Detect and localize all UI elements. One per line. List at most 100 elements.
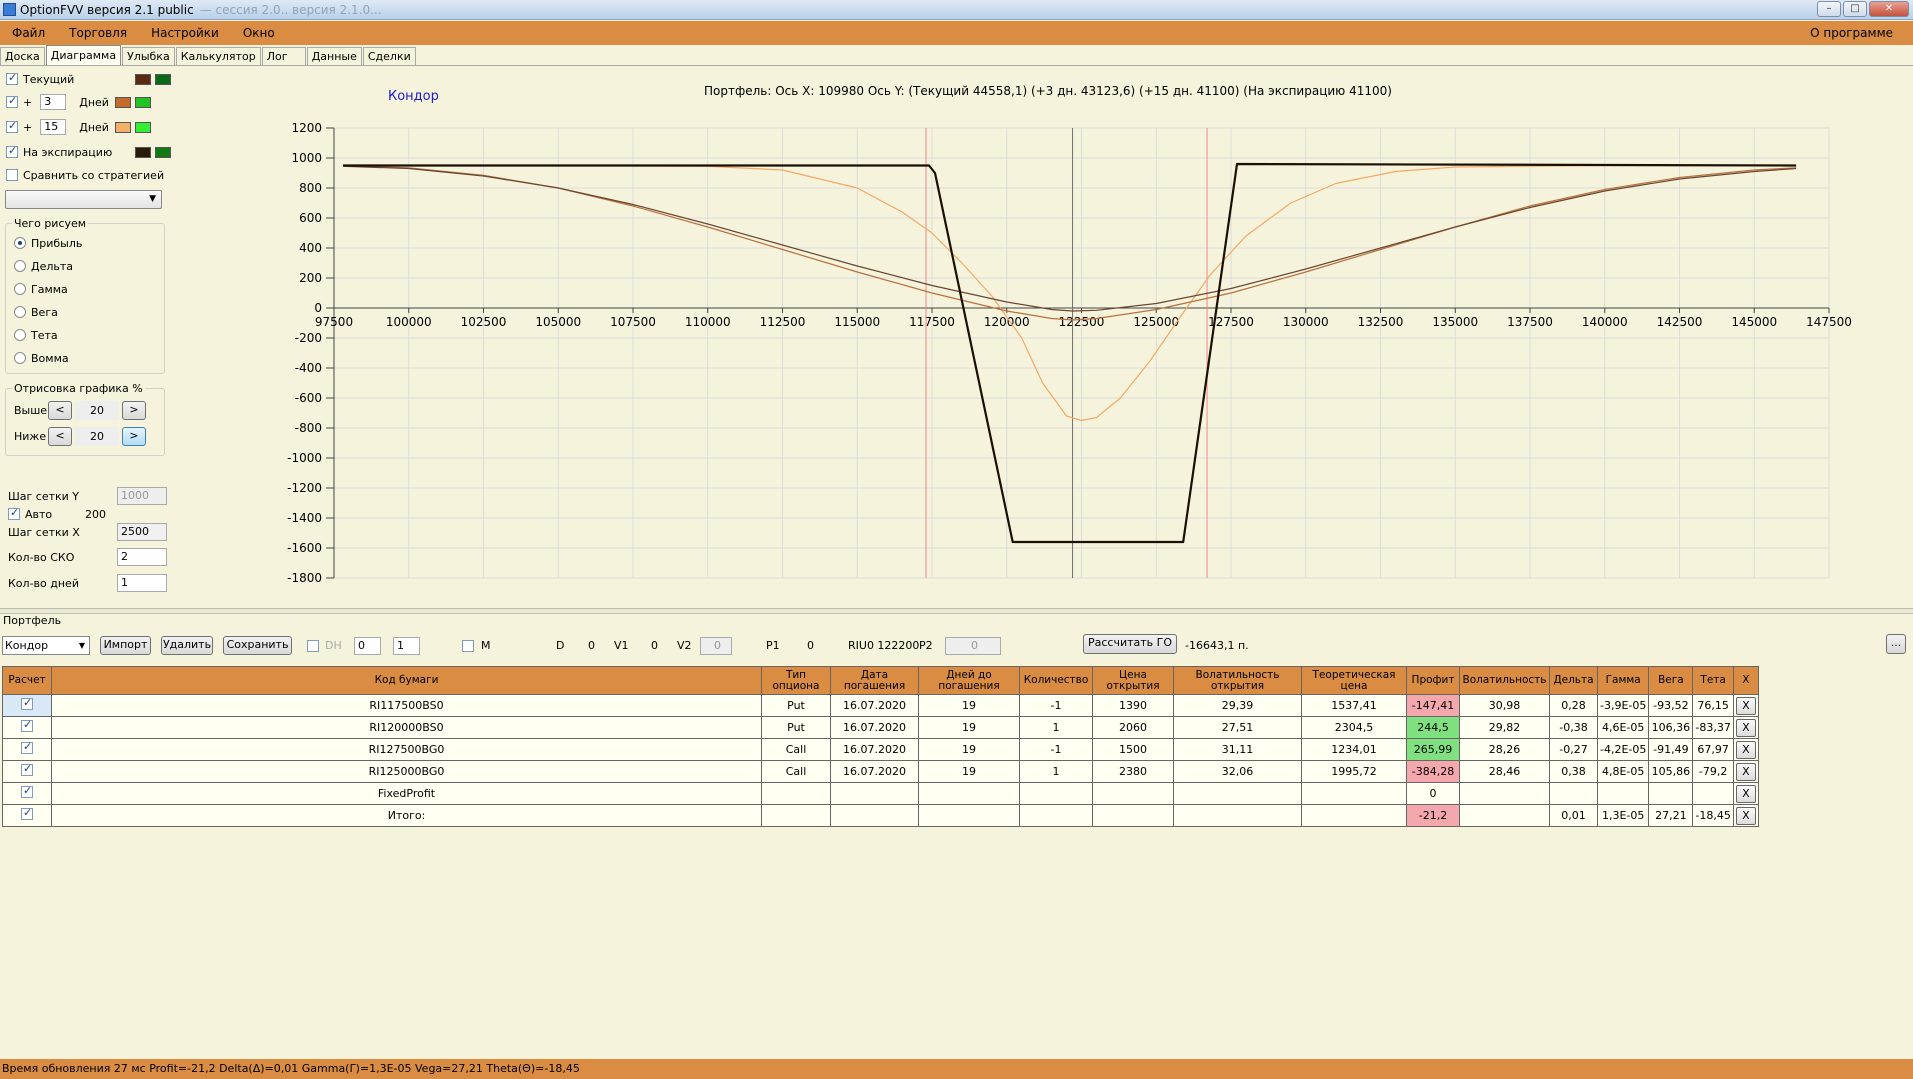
cell-days[interactable]: 19 <box>918 694 1020 717</box>
cell-open[interactable] <box>1092 804 1174 827</box>
cell-code[interactable]: FixedProfit <box>51 782 762 805</box>
col-delta[interactable]: Дельта <box>1549 666 1598 695</box>
cell-days[interactable]: 19 <box>918 716 1020 739</box>
cell-qty[interactable]: 1 <box>1019 716 1093 739</box>
col-gamma[interactable]: Гамма <box>1596 666 1650 695</box>
cell-theta[interactable]: -79,2 <box>1692 760 1734 783</box>
row-calc-checkbox[interactable] <box>21 696 33 710</box>
cell-theta[interactable] <box>1692 782 1734 805</box>
col-vega[interactable]: Вега <box>1648 666 1694 695</box>
cell-open[interactable]: 2060 <box>1092 716 1174 739</box>
cell-theta[interactable]: 76,15 <box>1692 694 1734 717</box>
row-remove-button[interactable]: X <box>1735 806 1756 825</box>
cell-qty[interactable]: -1 <box>1019 738 1093 761</box>
col-calc[interactable]: Расчет <box>2 666 52 695</box>
cell-profit[interactable]: -21,2 <box>1406 804 1460 827</box>
col-days[interactable]: Дней до погашения <box>918 666 1020 695</box>
row-calc-checkbox-cell[interactable] <box>2 804 52 827</box>
row-remove-button[interactable]: X <box>1735 740 1756 759</box>
table-row[interactable]: RI125000BG0Call16.07.2020191238032,06199… <box>2 760 1759 783</box>
cell-theo[interactable] <box>1301 782 1407 805</box>
cell-delta[interactable]: 0,28 <box>1549 694 1598 717</box>
row-remove-button[interactable]: X <box>1735 718 1756 737</box>
cell-vol[interactable]: 30,98 <box>1459 694 1550 717</box>
cell-gamma[interactable]: 4,8E-05 <box>1596 760 1650 783</box>
cell-theta[interactable]: -83,37 <box>1692 716 1734 739</box>
cell-date[interactable] <box>830 782 919 805</box>
cell-vol[interactable]: 28,46 <box>1459 760 1550 783</box>
table-row[interactable]: FixedProfit 0 X <box>2 782 1759 805</box>
cell-gamma[interactable]: -4,2E-05 <box>1596 738 1650 761</box>
cell-delta[interactable]: 0,38 <box>1549 760 1598 783</box>
cell-open[interactable]: 1390 <box>1092 694 1174 717</box>
row-calc-checkbox[interactable] <box>21 762 33 776</box>
cell-gamma[interactable]: 4,6E-05 <box>1596 716 1650 739</box>
cell-vega[interactable]: 106,36 <box>1648 716 1694 739</box>
p2-input[interactable]: 0 <box>945 637 1001 655</box>
cell-date[interactable] <box>830 804 919 827</box>
cell-theta[interactable]: 67,97 <box>1692 738 1734 761</box>
row-calc-checkbox-cell[interactable] <box>2 738 52 761</box>
cell-open[interactable]: 1500 <box>1092 738 1174 761</box>
cell-type[interactable]: Put <box>761 716 831 739</box>
cell-vol[interactable]: 28,26 <box>1459 738 1550 761</box>
cell-vega[interactable]: -91,49 <box>1648 738 1694 761</box>
cell-type[interactable]: Call <box>761 760 831 783</box>
cell-days[interactable]: 19 <box>918 738 1020 761</box>
dh-b-input[interactable]: 1 <box>393 637 420 655</box>
cell-code[interactable]: RI127500BG0 <box>51 738 762 761</box>
row-calc-checkbox-cell[interactable] <box>2 694 52 717</box>
cell-code[interactable]: RI120000BS0 <box>51 716 762 739</box>
cell-code[interactable]: RI125000BG0 <box>51 760 762 783</box>
col-open[interactable]: Цена открытия <box>1092 666 1174 695</box>
cell-profit[interactable]: 265,99 <box>1406 738 1460 761</box>
panel-splitter[interactable] <box>0 608 1913 614</box>
payoff-chart[interactable]: 1200 1000 800 600 400 200 0 -200 -400 -600 -800 -10… <box>0 0 1913 600</box>
cell-profit[interactable]: -147,41 <box>1406 694 1460 717</box>
col-date[interactable]: Дата погашения <box>830 666 919 695</box>
cell-vega[interactable]: 27,21 <box>1648 804 1694 827</box>
cell-vol[interactable] <box>1459 782 1550 805</box>
cell-vega[interactable] <box>1648 782 1694 805</box>
cell-vega[interactable]: -93,52 <box>1648 694 1694 717</box>
cell-code[interactable]: RI117500BS0 <box>51 694 762 717</box>
col-vol[interactable]: Волатильность <box>1459 666 1550 695</box>
cell-gamma[interactable] <box>1596 782 1650 805</box>
row-calc-checkbox[interactable] <box>21 718 33 732</box>
cell-date[interactable]: 16.07.2020 <box>830 716 919 739</box>
cell-days[interactable] <box>918 804 1020 827</box>
cell-gamma[interactable]: 1,3E-05 <box>1596 804 1650 827</box>
cell-days[interactable]: 19 <box>918 760 1020 783</box>
cell-date[interactable]: 16.07.2020 <box>830 738 919 761</box>
cell-delta[interactable]: 0,01 <box>1549 804 1598 827</box>
cell-gamma[interactable]: -3,9E-05 <box>1596 694 1650 717</box>
col-type[interactable]: Тип опциона <box>761 666 831 695</box>
col-code[interactable]: Код бумаги <box>51 666 762 695</box>
cell-code[interactable]: Итого: <box>51 804 762 827</box>
cell-theo[interactable] <box>1301 804 1407 827</box>
cell-theo[interactable]: 1234,01 <box>1301 738 1407 761</box>
cell-open[interactable]: 2380 <box>1092 760 1174 783</box>
row-remove-button[interactable]: X <box>1735 784 1756 803</box>
portfolio-combo[interactable]: Кондор ▼ <box>2 636 90 655</box>
col-qty[interactable]: Количество <box>1019 666 1093 695</box>
row-calc-checkbox[interactable] <box>21 806 33 820</box>
cell-delta[interactable] <box>1549 782 1598 805</box>
cell-qty[interactable]: 1 <box>1019 760 1093 783</box>
col-profit[interactable]: Профит <box>1406 666 1460 695</box>
table-row[interactable]: RI117500BS0Put16.07.202019-1139029,39153… <box>2 694 1759 717</box>
cell-delta[interactable]: -0,27 <box>1549 738 1598 761</box>
col-theo[interactable]: Теоретическая цена <box>1301 666 1407 695</box>
row-calc-checkbox[interactable] <box>21 784 33 798</box>
cell-type[interactable] <box>761 782 831 805</box>
table-row[interactable]: RI120000BS0Put16.07.2020191206027,512304… <box>2 716 1759 739</box>
import-button[interactable]: Импорт <box>100 636 151 655</box>
cell-vol-open[interactable]: 32,06 <box>1173 760 1302 783</box>
cell-open[interactable] <box>1092 782 1174 805</box>
cell-profit[interactable]: 0 <box>1406 782 1460 805</box>
save-button[interactable]: Сохранить <box>223 636 292 655</box>
row-remove-button[interactable]: X <box>1735 762 1756 781</box>
cell-delta[interactable]: -0,38 <box>1549 716 1598 739</box>
cell-vol-open[interactable] <box>1173 782 1302 805</box>
cell-type[interactable] <box>761 804 831 827</box>
